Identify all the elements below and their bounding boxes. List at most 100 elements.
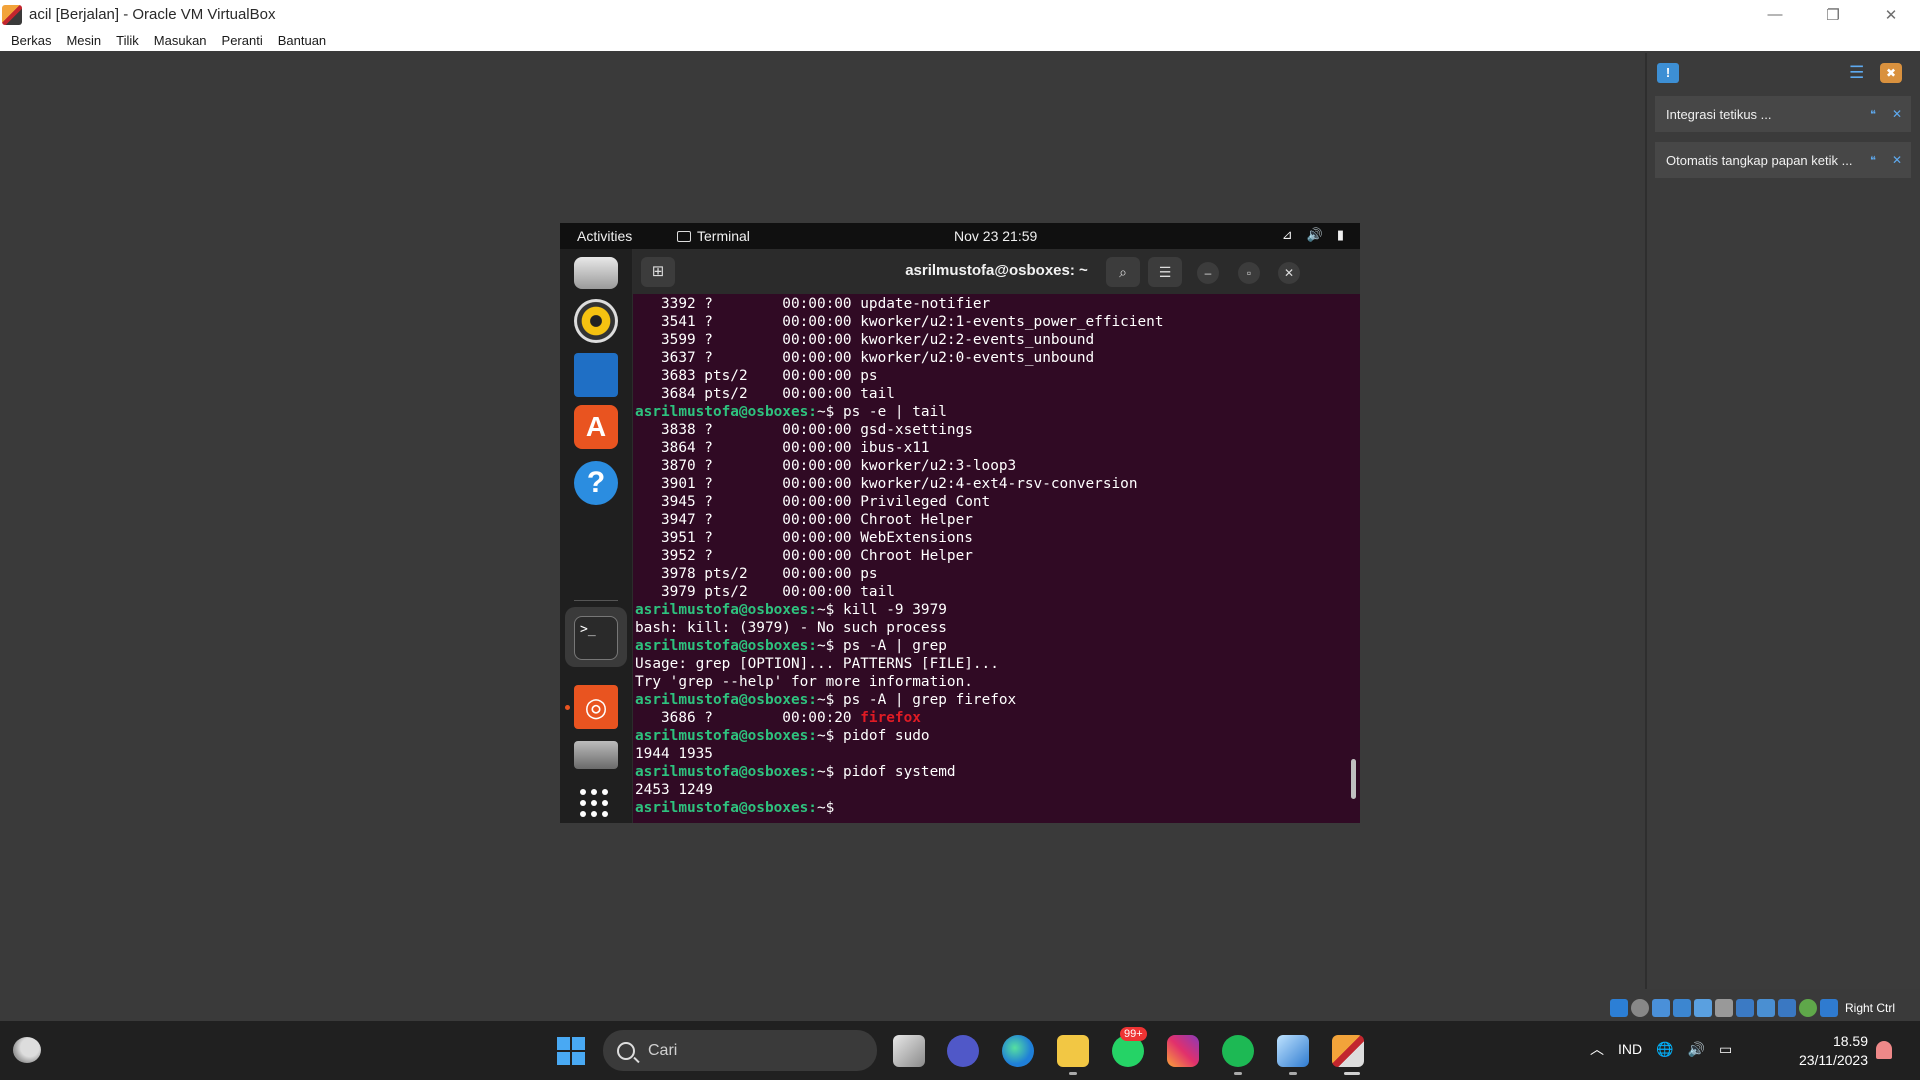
clock-date: 23/11/2023 xyxy=(1798,1052,1868,1068)
usb-icon[interactable] xyxy=(1694,999,1712,1017)
active-indicator xyxy=(1344,1072,1360,1075)
sort-notifications-icon[interactable]: ☰ xyxy=(1849,63,1869,83)
taskbar-search[interactable]: Cari xyxy=(603,1030,877,1071)
dismiss-icon[interactable]: ✕ xyxy=(1885,153,1909,167)
terminal-header[interactable]: ⊞ asrilmustofa@osboxes: ~ ⌕ ☰ – ▫ ✕ xyxy=(633,249,1360,294)
recording-icon[interactable] xyxy=(1757,999,1775,1017)
menu-masukan[interactable]: Masukan xyxy=(154,33,207,48)
globe-icon[interactable]: 🌐 xyxy=(1656,1041,1673,1058)
terminal-text: 3599 ? 00:00:00 kworker/u2:2-events_unbo… xyxy=(635,332,1095,348)
terminal-close-button[interactable]: ✕ xyxy=(1278,262,1300,284)
menu-bantuan[interactable]: Bantuan xyxy=(278,33,326,48)
drive-icon[interactable] xyxy=(574,741,618,769)
terminal-dock-icon[interactable]: >_ xyxy=(574,616,618,660)
optical-drive-icon[interactable] xyxy=(1631,999,1649,1017)
virtualbox-vm-icon[interactable] xyxy=(1332,1035,1364,1067)
start-button[interactable] xyxy=(557,1037,585,1065)
close-button[interactable]: ✕ xyxy=(1862,0,1920,29)
teams-icon[interactable] xyxy=(947,1035,979,1067)
window-title-bar[interactable]: acil [Berjalan] - Oracle VM VirtualBox —… xyxy=(0,0,1920,29)
terminal-line: Usage: grep [OPTION]... PATTERNS [FILE].… xyxy=(635,655,1360,673)
terminal-line: bash: kill: (3979) - No such process xyxy=(635,619,1360,637)
terminal-line: asrilmustofa@osboxes:~$ ps -e | tail xyxy=(635,403,1360,421)
rhythmbox-icon[interactable] xyxy=(574,299,618,343)
files-icon[interactable] xyxy=(574,257,618,289)
window-title: acil [Berjalan] - Oracle VM VirtualBox xyxy=(29,6,276,23)
running-indicator xyxy=(1289,1072,1297,1075)
gnome-clock[interactable]: Nov 23 21:59 xyxy=(954,228,1037,244)
minimize-button[interactable]: — xyxy=(1746,0,1804,29)
hard-disk-icon[interactable] xyxy=(1610,999,1628,1017)
terminal-line: 3541 ? 00:00:00 kworker/u2:1-events_powe… xyxy=(635,313,1360,331)
ubuntu-dock: A ? >_ ◎ xyxy=(560,249,632,823)
terminal-maximize-button[interactable]: ▫ xyxy=(1238,262,1260,284)
terminal-menu-button[interactable]: ☰ xyxy=(1148,257,1182,287)
menu-tilik[interactable]: Tilik xyxy=(116,33,139,48)
network-adapter-icon[interactable] xyxy=(1673,999,1691,1017)
edge-icon[interactable] xyxy=(1002,1035,1034,1067)
pin-icon[interactable]: ❝ xyxy=(1861,108,1885,121)
host-key-icon[interactable] xyxy=(1820,999,1838,1017)
ubuntu-software-icon[interactable]: ◎ xyxy=(574,685,618,729)
weather-icon[interactable] xyxy=(13,1037,41,1063)
windows-taskbar: Cari 99+ ︿ IND 🌐 🔊 ▭ 18.59 23/11/2023 xyxy=(0,1021,1920,1080)
menu-peranti[interactable]: Peranti xyxy=(222,33,263,48)
writer-icon[interactable] xyxy=(574,353,618,397)
grep-match: firefox xyxy=(860,710,921,726)
restore-button[interactable]: ❐ xyxy=(1804,0,1862,29)
instagram-icon[interactable] xyxy=(1167,1035,1199,1067)
display-icon[interactable] xyxy=(1736,999,1754,1017)
terminal-text: 3951 ? 00:00:00 WebExtensions xyxy=(635,530,973,546)
terminal-line: 3979 pts/2 00:00:00 tail xyxy=(635,583,1360,601)
mouse-integration-icon[interactable] xyxy=(1799,999,1817,1017)
volume-icon[interactable]: 🔊 xyxy=(1688,1041,1705,1058)
terminal-text: 3684 pts/2 00:00:00 tail xyxy=(635,386,895,402)
menu-mesin[interactable]: Mesin xyxy=(66,33,101,48)
terminal-line: 2453 1249 xyxy=(635,781,1360,799)
terminal-icon xyxy=(677,230,691,242)
terminal-line: 3901 ? 00:00:00 kworker/u2:4-ext4-rsv-co… xyxy=(635,475,1360,493)
terminal-scrollbar[interactable] xyxy=(1351,759,1356,799)
terminal-line: 3838 ? 00:00:00 gsd-xsettings xyxy=(635,421,1360,439)
taskbar-clock[interactable]: 18.59 23/11/2023 xyxy=(1788,1032,1868,1070)
cpu-icon[interactable] xyxy=(1778,999,1796,1017)
virtualbox-manager-icon[interactable] xyxy=(1277,1035,1309,1067)
language-indicator[interactable]: IND xyxy=(1618,1041,1642,1057)
dismiss-icon[interactable]: ✕ xyxy=(1885,107,1909,121)
app-menu-terminal[interactable]: Terminal xyxy=(677,228,750,244)
terminal-text: 3947 ? 00:00:00 Chroot Helper xyxy=(635,512,973,528)
shared-folder-icon[interactable] xyxy=(1715,999,1733,1017)
clear-all-icon[interactable]: ✖ xyxy=(1880,63,1902,83)
terminal-window[interactable]: ⊞ asrilmustofa@osboxes: ~ ⌕ ☰ – ▫ ✕ 3392… xyxy=(633,249,1360,823)
terminal-text: 3952 ? 00:00:00 Chroot Helper xyxy=(635,548,973,564)
terminal-text: 1944 1935 xyxy=(635,746,713,762)
terminal-text: 3979 pts/2 00:00:00 tail xyxy=(635,584,895,600)
notification-bell-icon[interactable] xyxy=(1876,1041,1892,1059)
system-menu[interactable]: ⊿ 🔊 ▮ xyxy=(1282,227,1344,243)
terminal-output[interactable]: 3392 ? 00:00:00 update-notifier 3541 ? 0… xyxy=(633,294,1360,823)
file-explorer-icon[interactable] xyxy=(1057,1035,1089,1067)
notification-item[interactable]: Otomatis tangkap papan ketik ... ❝ ✕ xyxy=(1655,142,1911,178)
terminal-line: asrilmustofa@osboxes:~$ xyxy=(635,799,1360,817)
task-view-icon[interactable] xyxy=(893,1035,925,1067)
app-center-icon[interactable]: A xyxy=(574,405,618,449)
battery-icon[interactable]: ▭ xyxy=(1719,1041,1732,1058)
activities-button[interactable]: Activities xyxy=(577,228,632,244)
terminal-text: 3683 pts/2 00:00:00 ps xyxy=(635,368,878,384)
host-key-label: Right Ctrl xyxy=(1845,1001,1896,1015)
menu-berkas[interactable]: Berkas xyxy=(11,33,51,48)
terminal-search-button[interactable]: ⌕ xyxy=(1106,257,1140,287)
terminal-line: 3945 ? 00:00:00 Privileged Cont xyxy=(635,493,1360,511)
show-hidden-icons[interactable]: ︿ xyxy=(1590,1039,1604,1059)
pin-icon[interactable]: ❝ xyxy=(1861,154,1885,167)
show-apps-icon[interactable] xyxy=(580,789,612,821)
help-icon[interactable]: ? xyxy=(574,461,618,505)
spotify-icon[interactable] xyxy=(1222,1035,1254,1067)
terminal-line: asrilmustofa@osboxes:~$ kill -9 3979 xyxy=(635,601,1360,619)
notification-item[interactable]: Integrasi tetikus ... ❝ ✕ xyxy=(1655,96,1911,132)
terminal-line: 3637 ? 00:00:00 kworker/u2:0-events_unbo… xyxy=(635,349,1360,367)
terminal-minimize-button[interactable]: – xyxy=(1197,262,1219,284)
guest-screen[interactable]: Activities Terminal Nov 23 21:59 ⊿ 🔊 ▮ A… xyxy=(560,223,1360,823)
terminal-line: 1944 1935 xyxy=(635,745,1360,763)
audio-icon[interactable] xyxy=(1652,999,1670,1017)
